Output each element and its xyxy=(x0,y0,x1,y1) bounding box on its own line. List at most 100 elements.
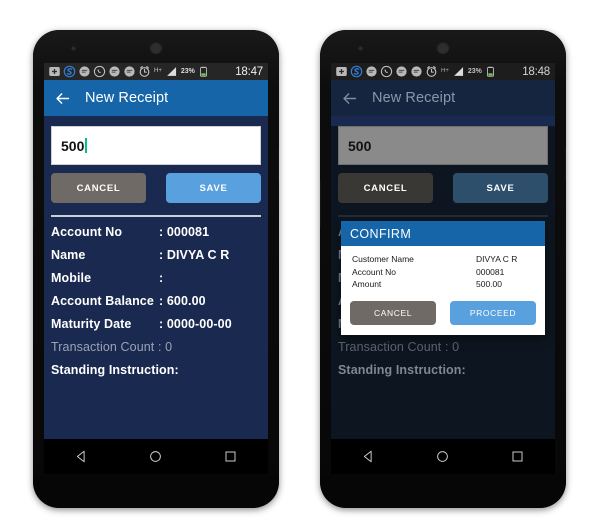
s-health-icon xyxy=(350,65,363,78)
detail-value: : 0000-00-00 xyxy=(159,317,232,331)
detail-value: : xyxy=(159,271,164,285)
nav-recents-square-icon[interactable] xyxy=(223,449,238,464)
alarm-clock-icon xyxy=(426,66,437,77)
cancel-button[interactable]: CANCEL xyxy=(51,173,146,203)
detail-row: Account Balance : 600.00 xyxy=(51,294,261,308)
nav-home-circle-icon[interactable] xyxy=(148,449,163,464)
power-button-right[interactable] xyxy=(565,148,566,182)
amount-input-value: 500 xyxy=(61,137,85,154)
earpiece-speaker-icon xyxy=(436,41,450,54)
message-icon xyxy=(109,66,120,77)
text-caret xyxy=(85,138,88,153)
detail-label: Account No xyxy=(51,225,123,239)
whatsapp-icon xyxy=(380,65,393,78)
detail-value: : 000081 xyxy=(159,225,210,239)
android-nav-bar-left xyxy=(44,439,268,474)
network-type-label: H+ xyxy=(154,68,162,74)
confirm-row: Account No 000081 xyxy=(352,266,534,279)
detail-row: Standing Instruction: xyxy=(51,363,261,377)
status-bar-left: H+ 23% 18:47 xyxy=(44,63,268,80)
app-content-left: 500 CANCEL SAVE Account No : 000081 Name xyxy=(44,126,268,439)
phone-screen-right: H+ 23% 18:48 New Receipt 500 CANCEL SAVE… xyxy=(331,63,555,439)
message-icon xyxy=(79,66,90,77)
detail-label: Mobile xyxy=(51,271,92,285)
add-box-icon xyxy=(336,67,347,76)
amount-input[interactable]: 500 xyxy=(338,126,548,165)
message-icon xyxy=(366,66,377,77)
detail-row: Transaction Count : 0 xyxy=(51,340,261,354)
form-actions: CANCEL SAVE xyxy=(51,173,261,203)
detail-value: : 600.00 xyxy=(159,294,206,308)
volume-button-left[interactable] xyxy=(33,180,34,228)
network-h-icon: H+ xyxy=(154,68,162,74)
confirm-dialog-actions: CANCEL PROCEED xyxy=(341,297,545,335)
status-clock: 18:48 xyxy=(522,65,550,78)
detail-label: Transaction Count : 0 xyxy=(51,340,173,354)
message-icon xyxy=(124,66,135,77)
add-box-icon xyxy=(49,67,60,76)
save-button[interactable]: SAVE xyxy=(453,173,548,203)
back-arrow-icon[interactable] xyxy=(54,90,71,107)
confirm-row-label: Amount xyxy=(352,279,382,289)
volume-button-right[interactable] xyxy=(320,180,321,228)
back-arrow-icon[interactable] xyxy=(341,90,358,107)
detail-label: Transaction Count : 0 xyxy=(338,340,460,354)
status-clock: 18:47 xyxy=(235,65,263,78)
alarm-clock-icon xyxy=(139,66,150,77)
detail-value: : DIVYA C R xyxy=(159,248,230,262)
confirm-row: Amount 500.00 xyxy=(352,278,534,291)
form-actions: CANCEL SAVE xyxy=(338,173,548,203)
power-button-left[interactable] xyxy=(278,148,279,182)
whatsapp-icon xyxy=(93,65,106,78)
message-icon xyxy=(396,66,407,77)
detail-row: Transaction Count : 0 xyxy=(338,340,548,354)
nav-recents-square-icon[interactable] xyxy=(510,449,525,464)
confirm-row-value: 500.00 xyxy=(476,279,502,289)
nav-back-triangle-icon[interactable] xyxy=(361,449,376,464)
phone-screen-left: H+ 23% 18:47 New Receipt 500 CANCEL SAVE… xyxy=(44,63,268,439)
network-type-label: H+ xyxy=(441,68,449,74)
confirm-row-value: 000081 xyxy=(476,266,505,277)
amount-input-value: 500 xyxy=(348,137,372,154)
detail-row: Standing Instruction: xyxy=(338,363,548,377)
nav-home-circle-icon[interactable] xyxy=(435,449,450,464)
android-nav-bar-right xyxy=(331,439,555,474)
confirm-row-label: Customer Name xyxy=(352,254,414,264)
cancel-button[interactable]: CANCEL xyxy=(338,173,433,203)
app-bar-right: New Receipt xyxy=(331,80,555,116)
confirm-row-value: DIVYA C R xyxy=(476,254,518,264)
signal-bars-icon xyxy=(453,67,463,76)
earpiece-speaker-icon xyxy=(149,41,163,54)
status-bar-right: H+ 23% 18:48 xyxy=(331,63,555,80)
dialog-cancel-button[interactable]: CANCEL xyxy=(350,300,436,325)
page-title: New Receipt xyxy=(85,90,169,106)
proximity-sensor-icon xyxy=(358,46,363,51)
detail-label: Account Balance xyxy=(51,294,154,308)
confirm-dialog-title: CONFIRM xyxy=(341,221,545,246)
dialog-proceed-button[interactable]: PROCEED xyxy=(450,300,536,325)
phone-top-bezel-right xyxy=(320,30,566,63)
message-icon xyxy=(411,66,422,77)
network-h-icon: H+ xyxy=(441,68,449,74)
confirm-row-label: Account No xyxy=(352,266,396,277)
detail-label: Standing Instruction: xyxy=(51,363,179,377)
detail-row: Account No : 000081 xyxy=(51,225,261,239)
nav-back-triangle-icon[interactable] xyxy=(74,449,89,464)
screenshot-canvas: H+ 23% 18:47 New Receipt 500 CANCEL SAVE… xyxy=(0,0,600,522)
signal-bars-icon xyxy=(166,67,176,76)
account-details-list-left: Account No : 000081 Name : DIVYA C R Mob… xyxy=(51,225,261,377)
detail-label: Maturity Date xyxy=(51,317,132,331)
phone-device-right: H+ 23% 18:48 New Receipt 500 CANCEL SAVE… xyxy=(320,30,566,508)
section-divider xyxy=(51,215,261,217)
detail-label: Name xyxy=(51,248,86,262)
save-button[interactable]: SAVE xyxy=(166,173,261,203)
amount-input[interactable]: 500 xyxy=(51,126,261,165)
phone-top-bezel-left xyxy=(33,30,279,63)
s-health-icon xyxy=(63,65,76,78)
battery-icon xyxy=(487,66,494,77)
confirm-row: Customer Name DIVYA C R xyxy=(352,253,534,266)
detail-row: Name : DIVYA C R xyxy=(51,248,261,262)
battery-icon xyxy=(200,66,207,77)
confirm-dialog: CONFIRM Customer Name DIVYA C R Account … xyxy=(341,221,545,335)
page-title: New Receipt xyxy=(372,90,456,106)
